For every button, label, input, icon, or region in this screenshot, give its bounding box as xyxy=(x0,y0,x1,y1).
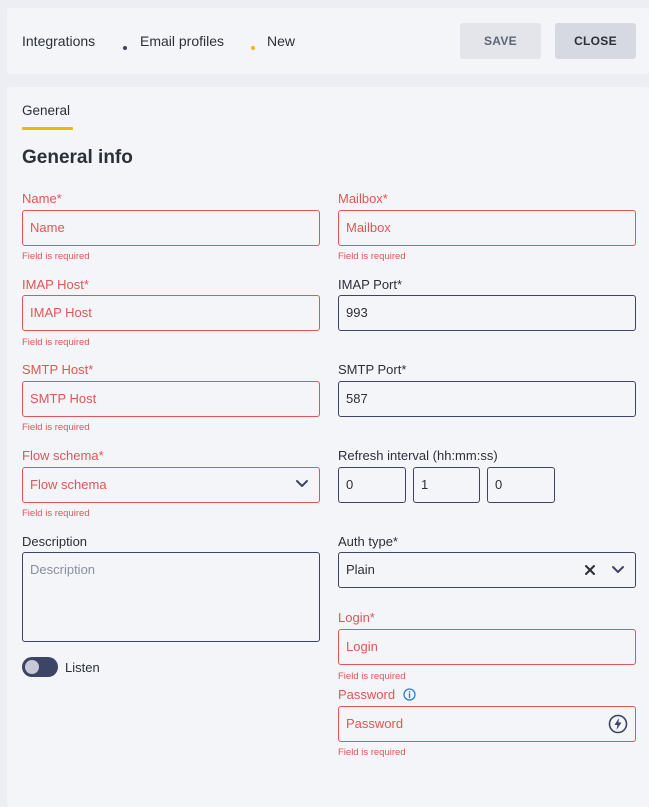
breadcrumb-separator xyxy=(123,46,127,50)
refresh-interval-label: Refresh interval (hh:mm:ss) xyxy=(338,448,498,463)
password-input[interactable]: Password xyxy=(338,706,636,742)
tab-general[interactable]: General xyxy=(22,103,70,118)
login-input[interactable]: Login xyxy=(338,629,636,665)
breadcrumb-email-profiles[interactable]: Email profiles xyxy=(140,33,224,49)
flow-schema-select[interactable]: Flow schema xyxy=(22,467,320,503)
breadcrumb-new: New xyxy=(267,33,296,49)
auth-type-label: Auth type* xyxy=(338,534,398,549)
close-button[interactable]: CLOSE xyxy=(555,23,636,59)
auth-type-value: Plain xyxy=(346,562,375,577)
refresh-hours-input[interactable]: 0 xyxy=(338,467,406,503)
smtp-host-error: Field is required xyxy=(22,422,90,433)
imap-port-label: IMAP Port* xyxy=(338,277,403,292)
refresh-minutes-input[interactable]: 1 xyxy=(413,467,480,503)
toggle-knob xyxy=(25,660,39,674)
imap-host-input[interactable]: IMAP Host xyxy=(22,295,320,331)
flow-schema-label: Flow schema* xyxy=(22,448,104,463)
tab-active-indicator xyxy=(22,127,73,130)
password-label: Password xyxy=(338,687,396,702)
close-icon[interactable] xyxy=(584,564,596,576)
save-button[interactable]: SAVE xyxy=(460,23,541,59)
name-label: Name* xyxy=(22,191,62,206)
page-header: Integrations Email profiles New SAVE CLO… xyxy=(7,8,649,74)
refresh-seconds-input[interactable]: 0 xyxy=(487,467,555,503)
breadcrumb-integrations[interactable]: Integrations xyxy=(22,33,95,49)
smtp-port-label: SMTP Port* xyxy=(338,362,407,377)
name-error: Field is required xyxy=(22,251,90,262)
mailbox-input[interactable]: Mailbox xyxy=(338,210,636,246)
imap-port-input[interactable]: 993 xyxy=(338,295,636,331)
mailbox-label: Mailbox* xyxy=(338,191,388,206)
chevron-down-icon[interactable] xyxy=(611,565,625,575)
lightning-icon[interactable] xyxy=(608,714,628,734)
breadcrumb-separator-active xyxy=(251,46,255,50)
smtp-port-input[interactable]: 587 xyxy=(338,381,636,417)
login-error: Field is required xyxy=(338,671,406,682)
smtp-host-label: SMTP Host* xyxy=(22,362,94,377)
description-textarea[interactable]: Description xyxy=(22,552,320,642)
login-label: Login* xyxy=(338,610,375,625)
imap-host-label: IMAP Host* xyxy=(22,277,89,292)
listen-toggle[interactable] xyxy=(22,657,58,677)
name-input[interactable]: Name xyxy=(22,210,320,246)
flow-schema-placeholder: Flow schema xyxy=(30,477,107,492)
info-icon[interactable] xyxy=(403,688,416,701)
mailbox-error: Field is required xyxy=(338,251,406,262)
form-panel: General General info Name* Name Field is… xyxy=(7,87,649,807)
smtp-host-input[interactable]: SMTP Host xyxy=(22,381,320,417)
imap-host-error: Field is required xyxy=(22,337,90,348)
chevron-down-icon[interactable] xyxy=(295,479,309,489)
flow-schema-error: Field is required xyxy=(22,508,90,519)
section-title: General info xyxy=(22,147,133,168)
password-error: Field is required xyxy=(338,747,406,758)
description-label: Description xyxy=(22,534,88,549)
listen-label: Listen xyxy=(65,660,100,675)
